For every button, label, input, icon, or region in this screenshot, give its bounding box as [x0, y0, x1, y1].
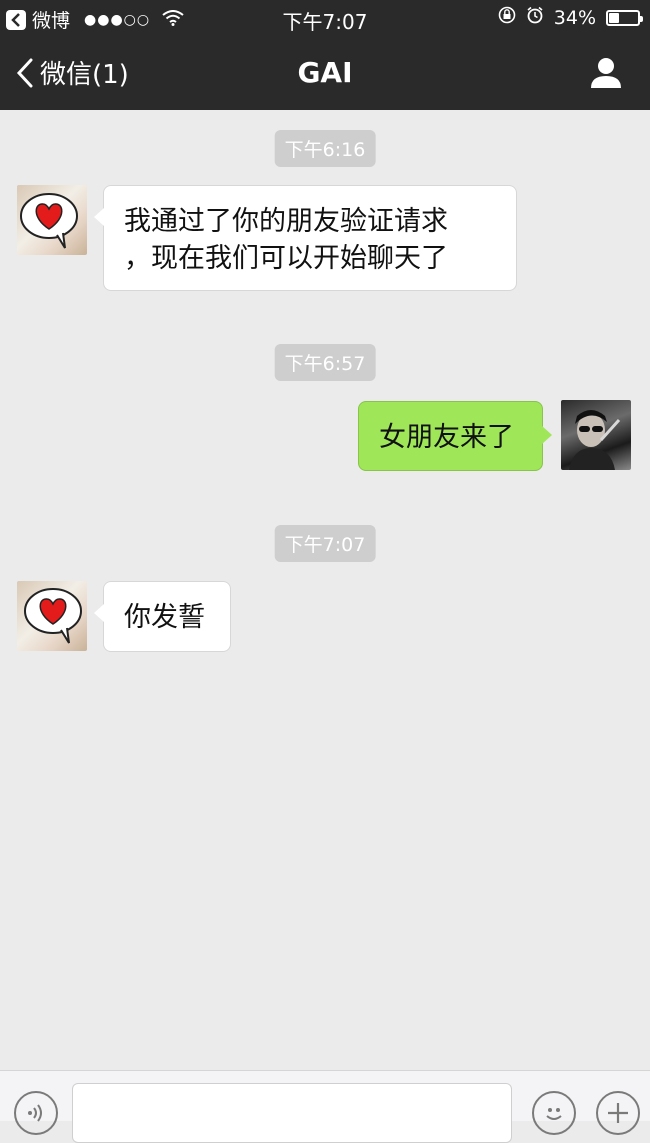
plus-icon[interactable]	[596, 1091, 640, 1135]
emoji-icon[interactable]	[532, 1091, 576, 1135]
rotation-lock-icon	[498, 6, 516, 29]
person-icon[interactable]	[586, 52, 626, 92]
status-bar: 微博 ●●●○○ 下午7:07 34%	[0, 0, 650, 36]
alarm-icon	[526, 6, 544, 29]
incoming-message[interactable]: 你发誓	[94, 581, 231, 652]
voice-icon[interactable]	[14, 1091, 58, 1135]
battery-icon	[606, 9, 643, 26]
timestamp: 下午6:16	[274, 130, 376, 167]
heart-speech-icon	[24, 588, 82, 644]
timestamp: 下午6:57	[274, 344, 376, 381]
battery-percent: 34%	[553, 6, 596, 29]
message-line: ，现在我们可以开始聊天了	[124, 243, 448, 274]
message-text: 你发誓	[124, 602, 205, 633]
my-avatar[interactable]	[561, 400, 631, 470]
chat-title: GAI	[297, 56, 353, 89]
message-line: 我通过了你的朋友验证请求	[124, 206, 448, 237]
heart-speech-icon	[20, 193, 78, 249]
input-bar	[0, 1070, 650, 1143]
message-text: 女朋友来了	[379, 422, 514, 453]
contact-avatar[interactable]	[17, 185, 87, 255]
nav-bar: 微信(1) GAI	[0, 36, 650, 110]
contact-avatar[interactable]	[17, 581, 87, 651]
outgoing-message[interactable]: 女朋友来了	[358, 401, 552, 471]
message-input[interactable]	[72, 1083, 512, 1143]
battery-fill	[609, 12, 620, 23]
timestamp: 下午7:07	[274, 525, 376, 562]
incoming-message[interactable]: 我通过了你的朋友验证请求 ，现在我们可以开始聊天了	[94, 185, 517, 291]
profile-photo	[569, 410, 621, 470]
status-right: 34%	[498, 6, 643, 29]
chat-area[interactable]: 下午6:16 我通过了你的朋友验证请求 ，现在我们可以开始聊天了 下午6:57 …	[0, 110, 650, 1070]
